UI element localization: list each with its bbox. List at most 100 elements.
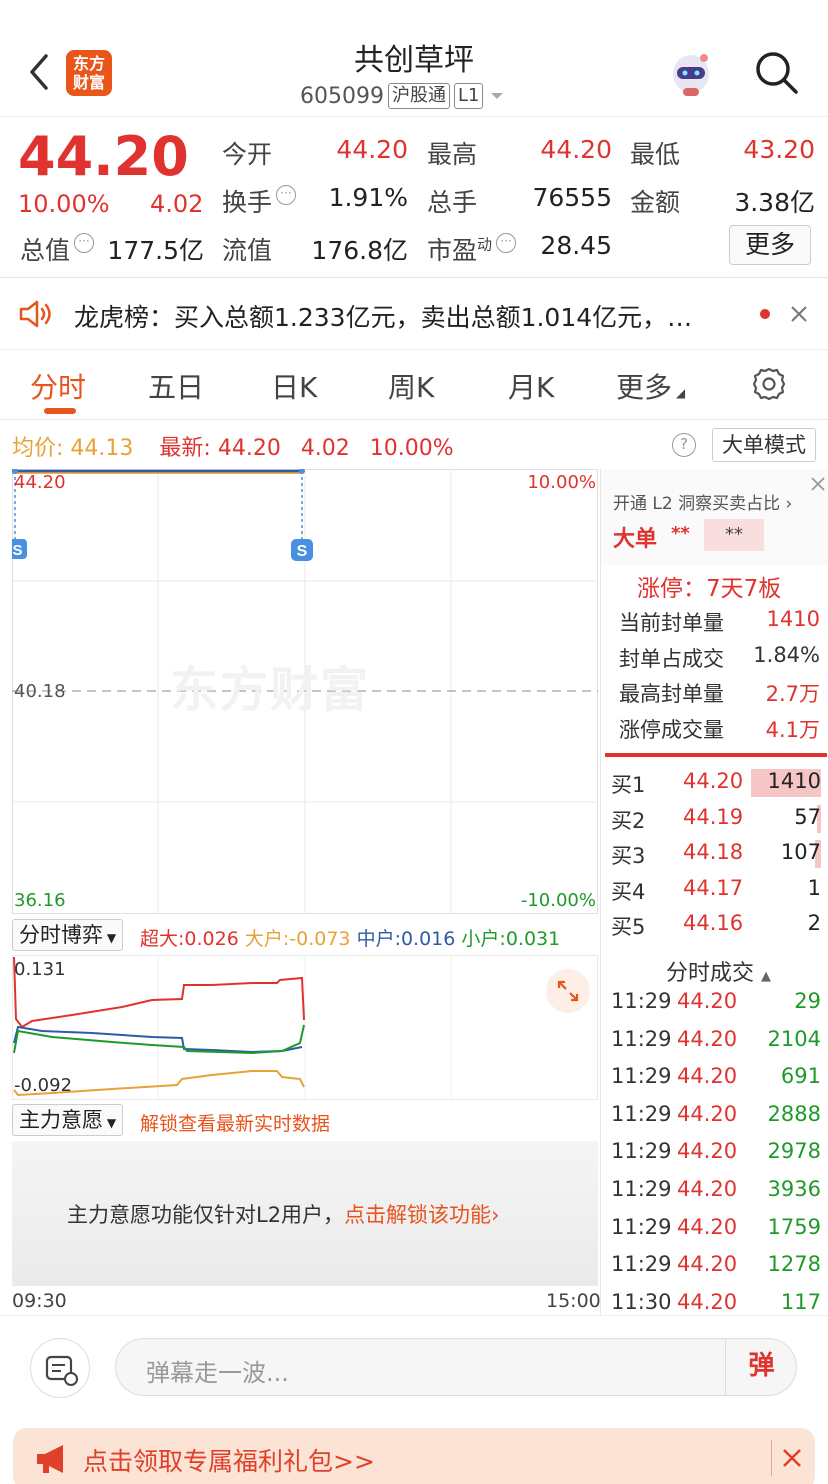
intent-dropdown[interactable]: 主力意愿 ▼ — [12, 1104, 124, 1136]
tab-intraday[interactable]: 分时 — [30, 366, 86, 406]
expand-button[interactable] — [546, 969, 590, 1013]
limit-up-streak: 涨停：7天7板 — [637, 576, 782, 602]
game-dropdown[interactable]: 分时博弈 ▼ — [12, 919, 124, 951]
trade-price: 44.20 — [677, 1101, 738, 1126]
bid-row[interactable]: 买1 44.20 1410 — [611, 767, 821, 803]
flow-y-bottom: -0.092 — [14, 1075, 73, 1096]
tab-daily-k[interactable]: 日K — [271, 366, 317, 406]
pe-label: 市盈动 ··· — [427, 231, 517, 267]
trade-row: 11:29 44.20 691 — [611, 1062, 821, 1098]
trades-title[interactable]: 分时成交 ▲ — [666, 955, 771, 987]
bid-label: 买2 — [611, 808, 646, 833]
tab-monthly-k[interactable]: 月K — [508, 366, 554, 406]
trade-volume: 691 — [780, 1064, 821, 1089]
big-order-label: 大单 — [613, 527, 658, 552]
tab-weekly-k[interactable]: 周K — [388, 366, 434, 406]
unlock-hint[interactable]: 解锁查看最新实时数据 — [140, 1109, 330, 1136]
tab-more[interactable]: 更多 ◢ — [616, 366, 685, 406]
trade-row: 11:29 44.20 1759 — [611, 1213, 821, 1249]
info-dots-icon[interactable]: ··· — [74, 233, 95, 253]
pct-bottom-label: -10.00% — [520, 890, 596, 911]
help-icon[interactable]: ? — [672, 433, 696, 457]
bid-price: 44.16 — [683, 911, 744, 935]
stat-value-3: 4.1万 — [765, 718, 820, 742]
unlock-link[interactable]: 点击解锁该功能› — [344, 1203, 499, 1227]
stat-value-1: 1.84% — [753, 643, 820, 667]
trade-volume: 117 — [780, 1289, 821, 1314]
dragon-tiger-bar[interactable]: 龙虎榜：买入总额1.233亿元，卖出总额1.014亿元，… — [0, 278, 828, 350]
low-label: 最低 — [630, 140, 681, 169]
time-end-label: 15:00 — [546, 1290, 601, 1312]
dropdown-triangle-icon: ▼ — [103, 1116, 117, 1130]
dropdown-triangle-icon[interactable] — [487, 86, 507, 106]
trade-price: 44.20 — [677, 1026, 738, 1051]
l2-promo-text: 开通 L2 洞察买卖占比 › — [613, 489, 792, 514]
high-value: 44.20 — [540, 135, 612, 164]
big-value: -0.073 — [289, 928, 351, 950]
bid-row[interactable]: 买2 44.19 57 — [611, 803, 821, 839]
megaphone-icon — [37, 1445, 63, 1473]
avg-label: 均价: — [12, 436, 64, 461]
locked-feature-panel: 主力意愿功能仅针对L2用户，点击解锁该功能› — [12, 1141, 598, 1286]
search-icon[interactable] — [752, 48, 800, 96]
game-values: 超大:0.026 大户:-0.073 中户:0.016 小户:0.031 — [140, 924, 560, 951]
price-summary-row: 均价: 44.13 最新: 44.20 4.02 10.00% — [12, 430, 454, 462]
close-icon[interactable] — [809, 475, 827, 493]
bid-price: 44.18 — [683, 840, 744, 864]
open-label: 今开 — [222, 140, 273, 169]
float-label: 流值 — [222, 236, 273, 265]
locked-text: 主力意愿功能仅针对L2用户， — [67, 1203, 345, 1227]
stat-label-3: 涨停成交量 — [619, 718, 724, 742]
stat-value-2: 2.7万 — [765, 682, 820, 706]
mid-label: 中户: — [356, 928, 401, 950]
s-marker-badge-1[interactable]: S — [12, 539, 27, 559]
bid-label: 买1 — [611, 773, 646, 797]
tab-active-indicator — [44, 408, 76, 414]
expand-icon — [557, 980, 579, 1002]
watermark: 东方财富 — [170, 662, 371, 718]
settings-gear-icon[interactable] — [751, 366, 787, 402]
bid-volume: 2 — [807, 911, 821, 935]
l2-promo-box[interactable]: 开通 L2 洞察买卖占比 › 大单 ** ** — [601, 469, 828, 565]
close-icon[interactable] — [789, 304, 809, 324]
bid-separator — [605, 753, 827, 757]
info-dots-icon[interactable]: ··· — [276, 185, 297, 205]
bid-price: 44.20 — [683, 769, 744, 793]
bottom-bar: 弹幕走一波... 弹 — [0, 1315, 828, 1415]
trade-time: 11:29 — [611, 1064, 672, 1089]
promo-close-button[interactable] — [771, 1440, 807, 1476]
dragon-tiger-text: 龙虎榜：买入总额1.233亿元，卖出总额1.014亿元，… — [74, 303, 693, 332]
info-dots-icon[interactable]: ··· — [496, 233, 517, 253]
game-dropdown-label: 分时博弈 — [19, 923, 103, 947]
promo-banner[interactable]: 点击领取专属福利礼包>> — [13, 1428, 815, 1484]
big-order-mode-button[interactable]: 大单模式 — [712, 428, 816, 462]
capital-flow-chart[interactable]: 0.131 -0.092 — [12, 955, 598, 1100]
bid-row[interactable]: 买3 44.18 107 — [611, 838, 821, 874]
trade-price: 44.20 — [677, 1064, 738, 1089]
locked-message: 主力意愿功能仅针对L2用户，点击解锁该功能› — [67, 1199, 499, 1229]
pct-top-label: 10.00% — [527, 472, 596, 493]
y-top-label: 44.20 — [14, 472, 66, 493]
trade-price: 44.20 — [677, 1252, 738, 1277]
more-button[interactable]: 更多 — [729, 225, 811, 265]
amount-label: 金额 — [630, 188, 681, 217]
s-marker-badge-2[interactable]: S — [291, 539, 313, 561]
stat-label-0: 当前封单量 — [619, 611, 724, 635]
trade-volume: 1759 — [767, 1214, 821, 1239]
bid-row[interactable]: 买4 44.17 1 — [611, 874, 821, 910]
trade-row: 11:29 44.20 2888 — [611, 1100, 821, 1136]
connect-tag: 沪股通 — [387, 83, 450, 109]
trade-volume: 29 — [794, 989, 821, 1013]
danmu-send-button[interactable]: 弹 — [725, 1338, 797, 1396]
stat-label-2: 最高封单量 — [619, 682, 724, 706]
robot-assistant-icon[interactable] — [666, 50, 716, 98]
mid-value: 0.016 — [400, 928, 456, 950]
bid-row[interactable]: 买5 44.16 2 — [611, 909, 821, 945]
danmu-input[interactable]: 弹幕走一波... — [115, 1338, 797, 1396]
float-value: 176.8亿 — [311, 236, 408, 265]
stat-value-0: 1410 — [766, 607, 820, 631]
capital-game-bar: 分时博弈 ▼ 超大:0.026 大户:-0.073 中户:0.016 小户:0.… — [12, 917, 598, 953]
tab-five-day[interactable]: 五日 — [148, 366, 204, 406]
note-button[interactable] — [30, 1338, 90, 1398]
trade-row: 11:29 44.20 2978 — [611, 1137, 821, 1173]
